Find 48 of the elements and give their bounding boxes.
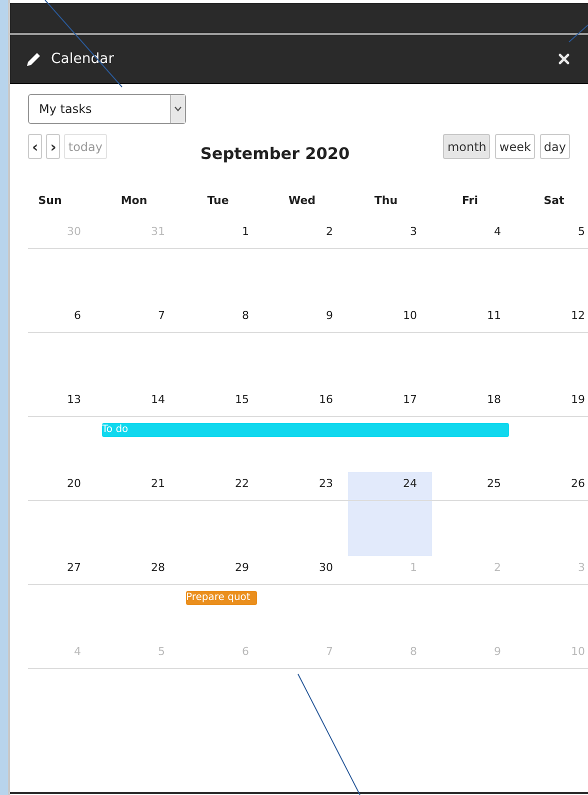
previous-button[interactable]: ‹ [28, 134, 42, 159]
weekday-header: Fri [462, 194, 478, 207]
day-number[interactable]: 4 [494, 225, 501, 238]
day-number[interactable]: 14 [151, 393, 165, 406]
day-number[interactable]: 23 [319, 477, 333, 490]
day-number[interactable]: 21 [151, 477, 165, 490]
day-number[interactable]: 10 [403, 309, 417, 322]
weekday-header: Tue [207, 194, 229, 207]
day-number[interactable]: 3 [410, 225, 417, 238]
day-number[interactable]: 17 [403, 393, 417, 406]
day-number[interactable]: 24 [403, 477, 417, 490]
close-icon[interactable] [558, 53, 570, 65]
day-number[interactable]: 11 [487, 309, 501, 322]
weekday-header: Sun [38, 194, 62, 207]
day-number[interactable]: 5 [578, 225, 585, 238]
view-button[interactable]: month [443, 134, 490, 159]
day-number[interactable]: 30 [319, 561, 333, 574]
weekday-header: Wed [288, 194, 316, 207]
leader-line [568, 24, 588, 42]
day-number[interactable]: 29 [235, 561, 249, 574]
chevron-down-icon [174, 106, 182, 112]
day-number[interactable]: 9 [326, 309, 333, 322]
day-number[interactable]: 18 [487, 393, 501, 406]
day-number[interactable]: 19 [571, 393, 585, 406]
day-number[interactable]: 13 [67, 393, 81, 406]
month-title: September 2020 [199, 144, 351, 163]
day-number[interactable]: 20 [67, 477, 81, 490]
weekday-header: Thu [374, 194, 398, 207]
day-number[interactable]: 22 [235, 477, 249, 490]
day-number[interactable]: 25 [487, 477, 501, 490]
day-number[interactable]: 2 [326, 225, 333, 238]
day-number[interactable]: 27 [67, 561, 81, 574]
pencil-icon [26, 51, 42, 67]
day-number[interactable]: 15 [235, 393, 249, 406]
day-number[interactable]: 1 [242, 225, 249, 238]
view-button[interactable]: week [495, 134, 535, 159]
day-number[interactable]: 7 [158, 309, 165, 322]
weekday-header: Mon [120, 194, 148, 207]
next-button[interactable]: › [46, 134, 60, 159]
weekday-header: Sat [544, 194, 564, 207]
day-number[interactable]: 8 [242, 309, 249, 322]
day-number[interactable]: 6 [74, 309, 81, 322]
view-button[interactable]: day [540, 134, 570, 159]
day-number[interactable]: 16 [319, 393, 333, 406]
day-number[interactable]: 28 [151, 561, 165, 574]
day-number[interactable]: 26 [571, 477, 585, 490]
calendar-select[interactable]: My tasks [28, 94, 186, 124]
day-number[interactable]: 12 [571, 309, 585, 322]
